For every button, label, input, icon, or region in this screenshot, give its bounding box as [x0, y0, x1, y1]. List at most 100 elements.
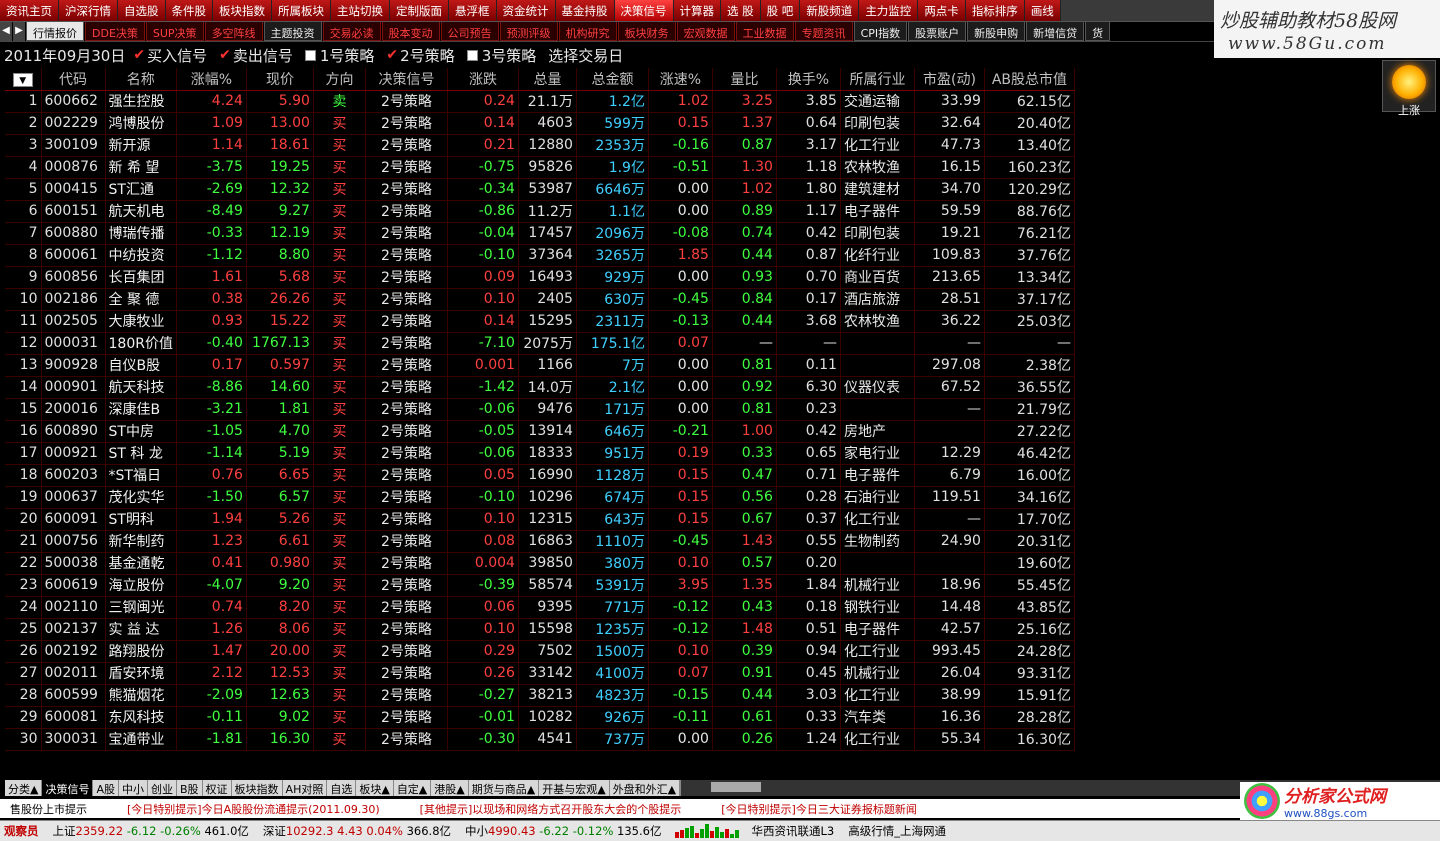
tab-scroll-left-icon[interactable]: ◀ — [0, 22, 13, 41]
table-row[interactable]: 11 002505 大康牧业 0.93 15.22 买 2号策略 0.14 15295 2311万… — [5, 310, 1075, 333]
bottom-tab[interactable]: 外盘和外汇▲ — [609, 780, 681, 796]
table-row[interactable]: 5 000415 ST汇通 -2.69 12.32 买 2号策略 -0.34 53987 6646… — [5, 178, 1075, 201]
table-row[interactable]: 22 500038 基金通乾 0.41 0.980 买 2号策略 0.004 39850 380万… — [5, 552, 1075, 575]
column-header[interactable]: 量比 — [712, 68, 777, 91]
table-row[interactable]: 10 002186 全 聚 德 0.38 26.26 买 2号策略 0.10 2405 630万 -… — [5, 288, 1075, 311]
top-nav-item[interactable]: 悬浮框 — [449, 0, 497, 21]
table-row[interactable]: 25 002137 实 益 达 1.26 8.06 买 2号策略 0.10 15598 1235万… — [5, 618, 1075, 641]
checkbox-icon[interactable] — [304, 49, 316, 61]
top-nav-item[interactable]: 基金持股 — [555, 0, 615, 21]
table-row[interactable]: 12 000031 180R价值 -0.40 1767.13 买 2号策略 -7.10 2075… — [5, 332, 1075, 355]
top-nav-item[interactable]: 选 股 — [721, 0, 761, 21]
bottom-tab[interactable]: 决策信号 — [42, 780, 94, 796]
table-row[interactable]: 17 000921 ST 科 龙 -1.14 5.19 买 2号策略 -0.06 18333 95… — [5, 442, 1075, 465]
table-row[interactable]: 15 200016 深康佳B -3.21 1.81 买 2号策略 -0.06 9476 171万 0… — [5, 398, 1075, 421]
top-nav-item[interactable]: 计算器 — [673, 0, 721, 21]
sub-tab[interactable]: 主题投资 — [263, 22, 322, 41]
sub-tab[interactable]: 新股申购 — [967, 22, 1026, 41]
bottom-tab[interactable]: B股 — [177, 780, 203, 796]
zx-index[interactable]: 中小4990.43 -6.22 -0.12% 135.6亿 — [465, 823, 661, 839]
column-header[interactable]: 总量 — [518, 68, 577, 91]
top-nav-item[interactable]: 指标排序 — [965, 0, 1025, 21]
top-nav-item[interactable]: 沪深行情 — [59, 0, 118, 21]
top-nav-item[interactable]: 板块指数 — [213, 0, 272, 21]
table-row[interactable]: 4 000876 新 希 望 -3.75 19.25 买 2号策略 -0.75 95826 1.9… — [5, 156, 1075, 179]
signal-option-4[interactable]: ✔ 2号策略 — [386, 45, 454, 66]
sub-tab[interactable]: 板块财务 — [617, 22, 676, 41]
column-header[interactable]: 涨幅% — [176, 68, 247, 91]
sub-tab[interactable]: 新增信贷 — [1026, 22, 1085, 41]
bottom-tab[interactable]: 板块指数 — [231, 780, 283, 796]
sort-header[interactable]: ▼ — [5, 68, 42, 91]
info-link[interactable]: [今日特别提示]今日三大证券报标题新闻 — [721, 801, 917, 817]
column-header[interactable]: 决策信号 — [365, 68, 448, 91]
table-row[interactable]: 14 000901 航天科技 -8.86 14.60 买 2号策略 -1.42 14.0万 2.1… — [5, 376, 1075, 399]
table-row[interactable]: 8 600061 中纺投资 -1.12 8.80 买 2号策略 -0.10 37364 3265万… — [5, 244, 1075, 267]
sub-tab[interactable]: 专题资讯 — [794, 22, 853, 41]
top-nav-item[interactable]: 决策信号 — [614, 0, 674, 21]
sub-tab[interactable]: DDE决策 — [85, 22, 145, 41]
column-header[interactable]: 名称 — [105, 68, 177, 91]
table-row[interactable]: 20 600091 ST明科 1.94 5.26 买 2号策略 0.10 12315 643万 0.… — [5, 508, 1075, 531]
signal-option-1[interactable]: ✔ 买入信号 — [133, 45, 207, 66]
top-nav-item[interactable]: 资讯主页 — [0, 0, 59, 21]
column-header[interactable]: 现价 — [246, 68, 314, 91]
sub-tab[interactable]: 货 — [1085, 22, 1111, 41]
sub-tab[interactable]: 多空阵线 — [204, 22, 263, 41]
table-row[interactable]: 7 600880 博瑞传播 -0.33 12.19 买 2号策略 -0.04 17457 2096… — [5, 222, 1075, 245]
table-row[interactable]: 27 002011 盾安环境 2.12 12.53 买 2号策略 0.26 33142 4100万… — [5, 662, 1075, 685]
table-row[interactable]: 24 002110 三钢闽光 0.74 8.20 买 2号策略 0.06 9395 771万 -0.… — [5, 596, 1075, 619]
tab-scroll-right-icon[interactable]: ▶ — [13, 22, 26, 41]
top-nav-item[interactable]: 新股频道 — [800, 0, 860, 21]
bottom-tab[interactable]: A股 — [93, 780, 119, 796]
bottom-tab[interactable]: 自选 — [327, 780, 357, 796]
column-header[interactable]: 换手% — [776, 68, 841, 91]
sub-tab[interactable]: SUP决策 — [145, 22, 204, 41]
bottom-tab[interactable]: 权证 — [202, 780, 232, 796]
bottom-tab[interactable]: 自定▲ — [393, 780, 432, 796]
bottom-tab[interactable]: 分类▲ — [5, 780, 43, 796]
up-button[interactable]: 上涨 — [1382, 60, 1436, 117]
sz-index[interactable]: 深证10292.3 4.43 0.04% 366.8亿 — [263, 823, 451, 839]
table-row[interactable]: 1 600662 强生控股 4.24 5.90 卖 2号策略 0.24 21.1万 1.2亿 1.0… — [5, 90, 1075, 113]
bottom-tab[interactable]: 港股▲ — [431, 780, 469, 796]
column-header[interactable]: 市盈(动) — [914, 68, 985, 91]
sub-tab[interactable]: 股票账户 — [908, 22, 967, 41]
sub-tab[interactable]: 宏观数据 — [676, 22, 735, 41]
select-trading-day-button[interactable]: 选择交易日 — [548, 45, 623, 66]
bottom-tab[interactable]: AH对照 — [282, 780, 328, 796]
top-nav-item[interactable]: 画线 — [1024, 0, 1061, 21]
table-row[interactable]: 2 002229 鸿博股份 1.09 13.00 买 2号策略 0.14 4603 599万 0.1… — [5, 112, 1075, 135]
column-header[interactable]: 总金额 — [576, 68, 649, 91]
column-header[interactable]: 涨速% — [648, 68, 713, 91]
top-nav-item[interactable]: 所属板块 — [272, 0, 331, 21]
sub-tab[interactable]: 公司预告 — [440, 22, 499, 41]
column-header[interactable]: 所属行业 — [840, 68, 915, 91]
signal-option-2[interactable]: ✔ 卖出信号 — [219, 45, 293, 66]
table-row[interactable]: 21 000756 新华制药 1.23 6.61 买 2号策略 0.08 16863 1110万 -… — [5, 530, 1075, 553]
sub-tab[interactable]: 行情报价 — [26, 22, 84, 41]
column-header[interactable]: 代码 — [41, 68, 106, 91]
info-link[interactable]: [其他提示]以现场和网络方式召开股东大会的个股提示 — [420, 801, 682, 817]
top-nav-item[interactable]: 条件股 — [165, 0, 213, 21]
sub-tab[interactable]: 交易必读 — [322, 22, 381, 41]
column-header[interactable]: 涨跌 — [447, 68, 519, 91]
checkbox-icon[interactable] — [466, 49, 478, 61]
info-link[interactable]: 售股份上市提示 — [10, 801, 87, 817]
top-nav-item[interactable]: 自选股 — [118, 0, 166, 21]
table-row[interactable]: 16 600890 ST中房 -1.05 4.70 买 2号策略 -0.05 13914 646万… — [5, 420, 1075, 443]
signal-option-5[interactable]: 3号策略 — [466, 45, 536, 66]
sub-tab[interactable]: CPI指数 — [853, 22, 908, 41]
top-nav-item[interactable]: 主力监控 — [859, 0, 919, 21]
table-row[interactable]: 3 300109 新开源 1.14 18.61 买 2号策略 0.21 12880 2353万 -0… — [5, 134, 1075, 157]
column-header[interactable]: AB股总市值 — [984, 68, 1075, 91]
bottom-tab[interactable]: 板块▲ — [356, 780, 394, 796]
table-row[interactable]: 23 600619 海立股份 -4.07 9.20 买 2号策略 -0.39 58574 5391… — [5, 574, 1075, 597]
signal-option-3[interactable]: 1号策略 — [304, 45, 374, 66]
table-row[interactable]: 13 900928 自仪B股 0.17 0.597 买 2号策略 0.001 1166 7万 0.0… — [5, 354, 1075, 377]
sub-tab[interactable]: 机构研究 — [558, 22, 617, 41]
bottom-tab[interactable]: 创业 — [148, 780, 177, 796]
table-row[interactable]: 26 002192 路翔股份 1.47 20.00 买 2号策略 0.29 7502 1500万 0… — [5, 640, 1075, 663]
top-nav-item[interactable]: 两点卡 — [918, 0, 966, 21]
top-nav-item[interactable]: 资金统计 — [496, 0, 556, 21]
